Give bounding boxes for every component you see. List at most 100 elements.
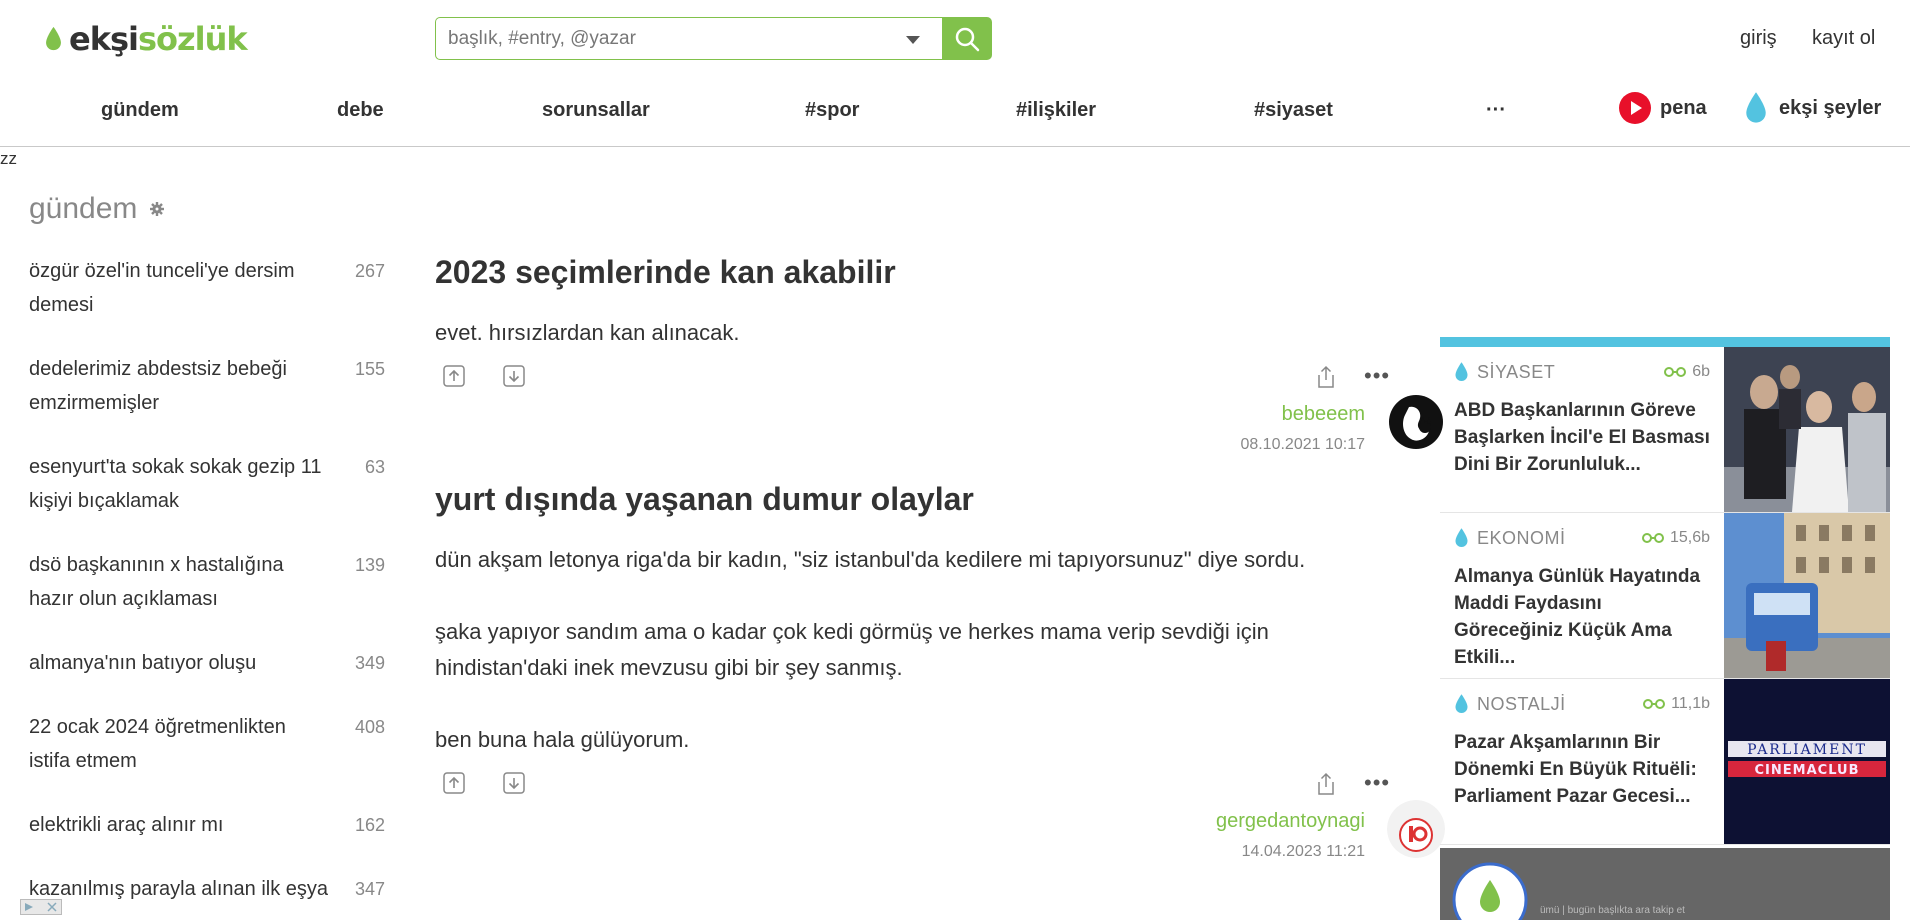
topic-count: 155 — [354, 359, 385, 379]
sidebar-accent-bar — [1440, 337, 1890, 347]
share-icon[interactable] — [1315, 772, 1337, 796]
stray-text: zz — [0, 149, 17, 168]
topic-count: 408 — [354, 717, 385, 737]
ad-choices-icon[interactable] — [20, 899, 62, 915]
topic-list: özgür özel'in tunceli'ye dersim demesi 26… — [29, 254, 385, 920]
eksi-seyler-link[interactable]: ekşi şeyler — [1743, 91, 1881, 125]
list-item[interactable]: dsö başkanının x hastalığına hazır olun … — [29, 548, 385, 616]
topic-title: dsö başkanının x hastalığına hazır olun … — [29, 554, 284, 610]
upvote-icon[interactable] — [443, 772, 465, 794]
pena-icon — [1619, 92, 1651, 124]
entry-author: bebeeem 08.10.2021 10:17 — [1240, 403, 1365, 454]
share-icon[interactable] — [1315, 365, 1337, 389]
topic-count: 162 — [354, 815, 385, 835]
caret-down-icon[interactable] — [906, 36, 920, 44]
drop-icon — [1455, 694, 1468, 713]
left-frame-title: gündem — [29, 192, 165, 226]
eksi-seyler-label: ekşi şeyler — [1779, 96, 1882, 119]
entry-topic-title[interactable]: 2023 seçimlerinde kan akabilir — [435, 248, 1405, 296]
logo-text-eksi: ekşi — [69, 20, 139, 58]
nav-item-gundem[interactable]: gündem — [101, 99, 179, 122]
list-item[interactable]: özgür özel'in tunceli'ye dersim demesi 26… — [29, 254, 385, 322]
gear-icon[interactable] — [149, 201, 165, 217]
logo-drop-icon — [46, 26, 61, 51]
eye-icon — [1641, 533, 1664, 543]
list-item[interactable]: esenyurt'ta sokak sokak gezip 11 kişiyi … — [29, 450, 385, 518]
topic-count: 349 — [354, 653, 385, 673]
list-item[interactable]: elektrikli araç alınır mı 162 — [29, 808, 385, 842]
topic-count: 139 — [354, 555, 385, 575]
card-views: 11,1b — [1671, 695, 1710, 712]
card-views: 6b — [1692, 363, 1710, 380]
search-box — [435, 17, 942, 60]
topic-title: esenyurt'ta sokak sokak gezip 11 kişiyi … — [29, 456, 322, 512]
eksi-seyler-sidebar: SİYASET 6b ABD Başkanlarının Göreve Başl… — [1440, 337, 1890, 845]
more-icon[interactable]: ••• — [1364, 365, 1390, 387]
more-icon[interactable]: ••• — [1364, 772, 1390, 794]
downvote-icon[interactable] — [503, 772, 525, 794]
entry-footer: bebeeem 08.10.2021 10:17 — [435, 393, 1445, 467]
search-icon — [955, 27, 980, 51]
entry-topic-title[interactable]: yurt dışında yaşanan dumur olaylar — [435, 475, 1405, 523]
card-views: 15,6b — [1669, 529, 1710, 546]
entry-date[interactable]: 14.04.2023 11:21 — [1216, 843, 1365, 861]
author-nick[interactable]: bebeeem — [1240, 403, 1365, 426]
drop-icon — [1455, 528, 1468, 547]
nav-item-sorunsallar[interactable]: sorunsallar — [542, 99, 650, 122]
nav-item-iliskiler[interactable]: #ilişkiler — [1016, 99, 1096, 122]
card-category: NOSTALJİ — [1477, 693, 1566, 714]
entry-text: dün akşam letonya riga'da bir kadın, "si… — [435, 547, 1306, 572]
author-nick[interactable]: gergedantoynagi — [1216, 810, 1365, 833]
list-item[interactable]: 22 ocak 2024 öğretmenlikten istifa etmem… — [29, 710, 385, 778]
promo-text: ümü | bugün başlıkta ara takip et — [1540, 905, 1685, 916]
card-title: ABD Başkanlarının Göreve Başlarken İncil… — [1454, 400, 1710, 475]
pena-label: pena — [1660, 96, 1707, 119]
card-image — [1724, 347, 1890, 512]
search-input[interactable] — [448, 27, 908, 50]
site-logo[interactable]: ekşisözlük — [44, 16, 248, 62]
entry-text: ben buna hala gülüyorum. — [435, 727, 690, 752]
entry-date[interactable]: 08.10.2021 10:17 — [1240, 436, 1365, 454]
topic-title: elektrikli araç alınır mı — [29, 814, 224, 836]
topic-title: kazanılmış parayla alınan ilk eşya — [29, 878, 329, 900]
eksi-seyler-promo[interactable]: ümü | bugün başlıkta ara takip et — [1440, 848, 1890, 920]
search-button[interactable] — [942, 17, 992, 60]
card-image: PARLIAMENT CINEMACLUB — [1724, 679, 1890, 844]
list-item[interactable]: almanya'nın batıyor oluşu 349 — [29, 646, 385, 680]
article-card[interactable]: NOSTALJİ 11,1b Pazar Akşamlarının Bir Dö… — [1440, 679, 1890, 845]
topic-count: 347 — [354, 879, 385, 899]
signup-link[interactable]: kayıt ol — [1812, 27, 1875, 50]
entry-text: şaka yapıyor sandım ama o kadar çok kedi… — [435, 619, 1269, 680]
article-card[interactable]: EKONOMİ 15,6b Almanya Günlük Hayatında M… — [1440, 513, 1890, 679]
downvote-icon[interactable] — [503, 365, 525, 387]
list-item[interactable]: kazanılmış parayla alınan ilk eşya 347 — [29, 872, 385, 906]
list-item[interactable]: dedelerimiz abdestsiz bebeği emzirmemişl… — [29, 352, 385, 420]
entry: yurt dışında yaşanan dumur olaylar dün a… — [435, 475, 1445, 874]
entry: 2023 seçimlerinde kan akabilir evet. hır… — [435, 248, 1445, 467]
topic-title: almanya'nın batıyor oluşu — [29, 652, 257, 674]
card-title: Almanya Günlük Hayatında Maddi Faydasını… — [1454, 566, 1701, 668]
eye-icon — [1643, 699, 1666, 709]
eye-icon — [1664, 367, 1687, 377]
nav-item-siyaset[interactable]: #siyaset — [1254, 99, 1333, 122]
logo-text-sozluk: sözlük — [138, 20, 248, 58]
upvote-icon[interactable] — [443, 365, 465, 387]
avatar[interactable] — [1387, 800, 1445, 858]
card-category: EKONOMİ — [1477, 527, 1566, 548]
nav-item-spor[interactable]: #spor — [805, 99, 859, 122]
topic-count: 63 — [364, 457, 385, 477]
page-title: gündem — [29, 192, 138, 225]
nav-more-button[interactable]: ··· — [1486, 99, 1506, 122]
nav-item-debe[interactable]: debe — [337, 99, 384, 122]
pena-link[interactable]: pena — [1618, 91, 1707, 125]
main-nav: gündem debe sorunsallar #spor #ilişkiler… — [0, 92, 1910, 129]
drop-icon — [1746, 92, 1766, 123]
login-link[interactable]: giriş — [1740, 27, 1777, 50]
entry-text: evet. hırsızlardan kan alınacak. — [435, 320, 740, 345]
avatar[interactable] — [1387, 393, 1445, 451]
topic-title: 22 ocak 2024 öğretmenlikten istifa etmem — [29, 716, 286, 772]
topic-title: dedelerimiz abdestsiz bebeği emzirmemişl… — [29, 358, 287, 414]
article-card[interactable]: SİYASET 6b ABD Başkanlarının Göreve Başl… — [1440, 347, 1890, 513]
poster-line1: PARLIAMENT — [1747, 742, 1867, 758]
site-header: ekşisözlük giriş kayıt ol gündem debe so… — [0, 0, 1910, 147]
